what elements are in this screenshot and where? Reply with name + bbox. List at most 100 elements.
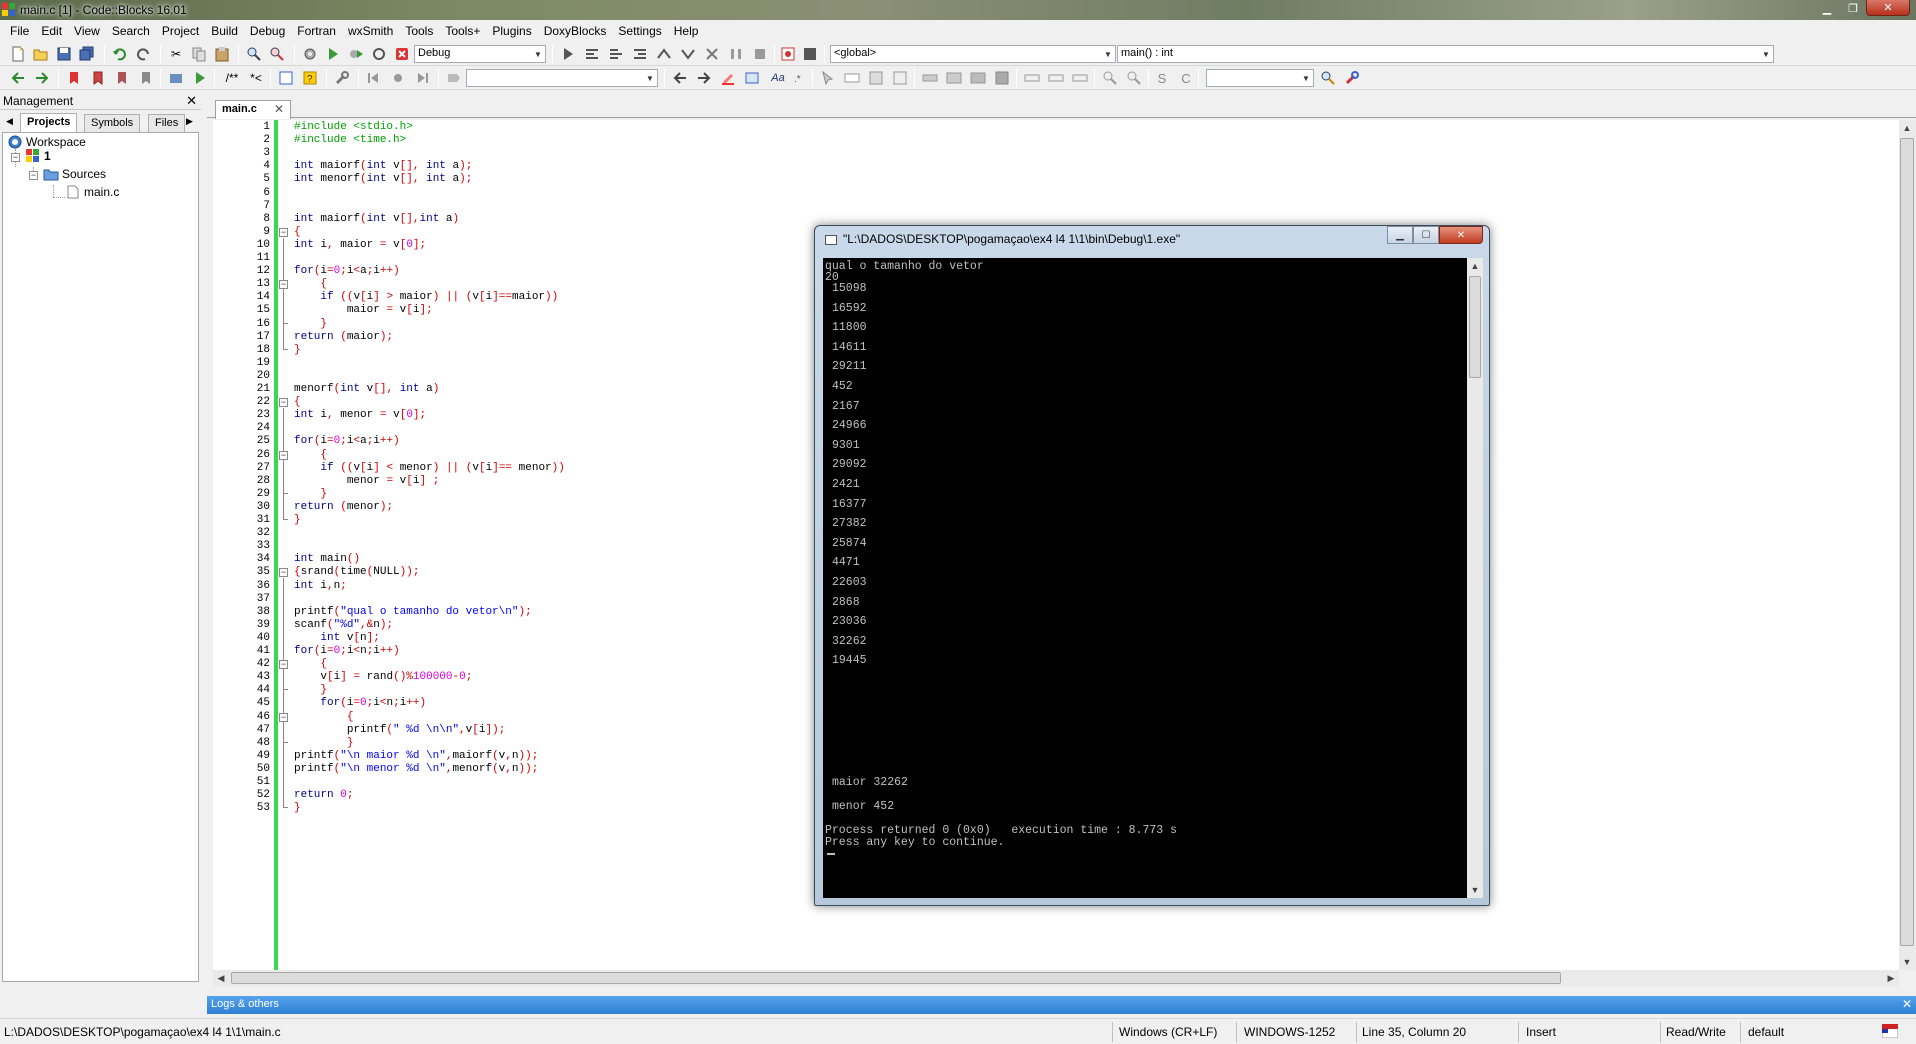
html-docs-icon[interactable] xyxy=(278,70,294,86)
bookmark-next-icon[interactable] xyxy=(114,70,130,86)
wx-spacer-icon[interactable] xyxy=(1024,70,1040,86)
code-line[interactable]: } xyxy=(294,802,301,814)
code-line[interactable]: { xyxy=(294,711,354,723)
debug-info-icon[interactable] xyxy=(802,46,818,62)
replace-icon[interactable] xyxy=(269,46,285,62)
scroll-up-icon[interactable]: ▲ xyxy=(1467,258,1483,274)
search-combo[interactable]: ▼ xyxy=(466,69,658,87)
code-line[interactable]: #include <time.h> xyxy=(294,134,406,146)
minimize-button[interactable]: ▁ xyxy=(1814,0,1840,16)
code-line[interactable]: } xyxy=(294,737,354,749)
zoom-in-icon[interactable] xyxy=(1102,70,1118,86)
tab-files[interactable]: Files xyxy=(148,114,186,132)
doxy-extract-icon[interactable] xyxy=(192,70,208,86)
code-line[interactable]: menor = v[i] ; xyxy=(294,475,440,487)
step-out-icon[interactable] xyxy=(680,46,696,62)
editor-tab-main-c[interactable]: main.c ✕ xyxy=(215,100,291,119)
code-line[interactable]: } xyxy=(294,514,301,526)
code-line[interactable]: return (maior); xyxy=(294,331,393,343)
menu-view[interactable]: View xyxy=(68,24,106,38)
menu-help[interactable]: Help xyxy=(668,24,705,38)
step-into-icon[interactable] xyxy=(656,46,672,62)
code-line[interactable]: return (menor); xyxy=(294,501,393,513)
record-icon[interactable] xyxy=(390,70,406,86)
fold-toggle-icon[interactable]: − xyxy=(279,280,288,290)
scope-select[interactable]: <global> ▼ xyxy=(830,45,1116,63)
build-run-icon[interactable] xyxy=(348,46,364,62)
console-scroll-thumb[interactable] xyxy=(1469,276,1481,378)
bookmark-prev-icon[interactable] xyxy=(90,70,106,86)
settings-wrench-icon[interactable] xyxy=(1344,70,1360,86)
save-icon[interactable] xyxy=(56,46,72,62)
rebuild-icon[interactable] xyxy=(371,46,387,62)
code-line[interactable]: printf(" %d \n\n",v[i]); xyxy=(294,724,506,736)
code-line[interactable]: printf("\n menor %d \n",menorf(v,n)); xyxy=(294,763,538,775)
symbol-search-icon[interactable] xyxy=(1320,70,1336,86)
collapse-icon[interactable]: − xyxy=(11,153,20,162)
scroll-down-icon[interactable]: ▼ xyxy=(1467,882,1483,898)
code-line[interactable]: int maiorf(int v[],int a) xyxy=(294,213,459,225)
scroll-down-icon[interactable]: ▼ xyxy=(1899,954,1915,970)
code-line[interactable]: } xyxy=(294,344,301,356)
scroll-right-icon[interactable]: ▶ xyxy=(1883,970,1899,986)
code-line[interactable]: int i, menor = v[0]; xyxy=(294,409,426,421)
wx-widget-icon[interactable] xyxy=(844,70,860,86)
code-line[interactable]: if ((v[i] > maior) || (v[i]==maior)) xyxy=(294,291,558,303)
jump-forward-icon[interactable] xyxy=(414,70,430,86)
code-line[interactable]: { xyxy=(294,449,327,461)
code-line[interactable]: #include <stdio.h> xyxy=(294,121,413,133)
code-line[interactable]: menorf(int v[], int a) xyxy=(294,383,439,395)
code-line[interactable]: for(i=0;i<n;i++) xyxy=(294,645,400,657)
wx-grid-icon[interactable] xyxy=(970,70,986,86)
code-line[interactable]: scanf("%d",&n); xyxy=(294,619,393,631)
jump-right-icon[interactable] xyxy=(696,70,712,86)
wx-vertical-icon[interactable] xyxy=(946,70,962,86)
wx-panel-icon[interactable] xyxy=(994,70,1010,86)
menu-tools[interactable]: Tools xyxy=(399,24,439,38)
wx-expand-icon[interactable] xyxy=(1072,70,1088,86)
match-case-icon[interactable] xyxy=(744,70,760,86)
font-style-icon[interactable]: Aa xyxy=(768,70,788,86)
copy-icon[interactable] xyxy=(191,46,207,62)
cut-icon[interactable]: ✂ xyxy=(168,46,184,62)
console-scrollbar[interactable]: ▲ ▼ xyxy=(1467,258,1483,898)
function-select[interactable]: main() : int ▼ xyxy=(1117,45,1774,63)
paste-icon[interactable] xyxy=(214,46,230,62)
run-icon[interactable] xyxy=(325,46,341,62)
fold-toggle-icon[interactable]: − xyxy=(279,227,288,237)
run-to-cursor-icon[interactable] xyxy=(584,46,600,62)
menu-build[interactable]: Build xyxy=(205,24,244,38)
save-all-icon[interactable] xyxy=(79,46,95,62)
highlight-icon[interactable] xyxy=(720,70,736,86)
console-window[interactable]: "L:\DADOS\DESKTOP\pogamaçao\ex4 l4 1\1\b… xyxy=(814,225,1490,906)
tools-wrench-icon[interactable] xyxy=(334,70,350,86)
code-line[interactable]: int v[n]; xyxy=(294,632,379,644)
tree-file-main-c[interactable]: main.c xyxy=(65,185,119,199)
editor-vertical-scrollbar[interactable]: ▲ ▼ xyxy=(1899,120,1916,970)
code-line[interactable]: if ((v[i] < menor) || (v[i]== menor)) xyxy=(294,462,564,474)
code-line[interactable]: } xyxy=(294,488,327,500)
code-line[interactable]: int i,n; xyxy=(294,580,347,592)
fold-toggle-icon[interactable]: − xyxy=(279,398,288,408)
menu-project[interactable]: Project xyxy=(156,24,205,38)
code-line[interactable]: printf("\n maior %d \n",maiorf(v,n)); xyxy=(294,750,538,762)
code-line[interactable]: printf("qual o tamanho do vetor\n"); xyxy=(294,606,532,618)
scroll-up-icon[interactable]: ▲ xyxy=(1899,120,1915,136)
editor-horizontal-scrollbar[interactable]: ◀ ▶ xyxy=(213,970,1899,986)
step-instruction-icon[interactable] xyxy=(704,46,720,62)
close-button[interactable]: ✕ xyxy=(1866,0,1910,16)
tab-scroll-right-icon[interactable]: ▶ xyxy=(186,116,193,127)
new-file-icon[interactable] xyxy=(10,46,26,62)
code-line[interactable]: } xyxy=(294,318,327,330)
console-close-button[interactable]: ✕ xyxy=(1439,226,1483,244)
next-instruction-icon[interactable] xyxy=(632,46,648,62)
code-line[interactable]: int menorf(int v[], int a); xyxy=(294,173,472,185)
next-line-icon[interactable] xyxy=(608,46,624,62)
symbol-search-combo[interactable]: ▼ xyxy=(1206,69,1314,87)
stop-debug-icon[interactable] xyxy=(752,46,768,62)
build-gear-icon[interactable] xyxy=(302,46,318,62)
console-output[interactable]: qual o tamanho do vetor 20 15098 16592 118… xyxy=(823,258,1467,898)
abort-icon[interactable] xyxy=(394,46,410,62)
tree-folder-sources[interactable]: Sources xyxy=(43,167,106,181)
doxy-line-comment-button[interactable]: *< xyxy=(246,70,266,86)
